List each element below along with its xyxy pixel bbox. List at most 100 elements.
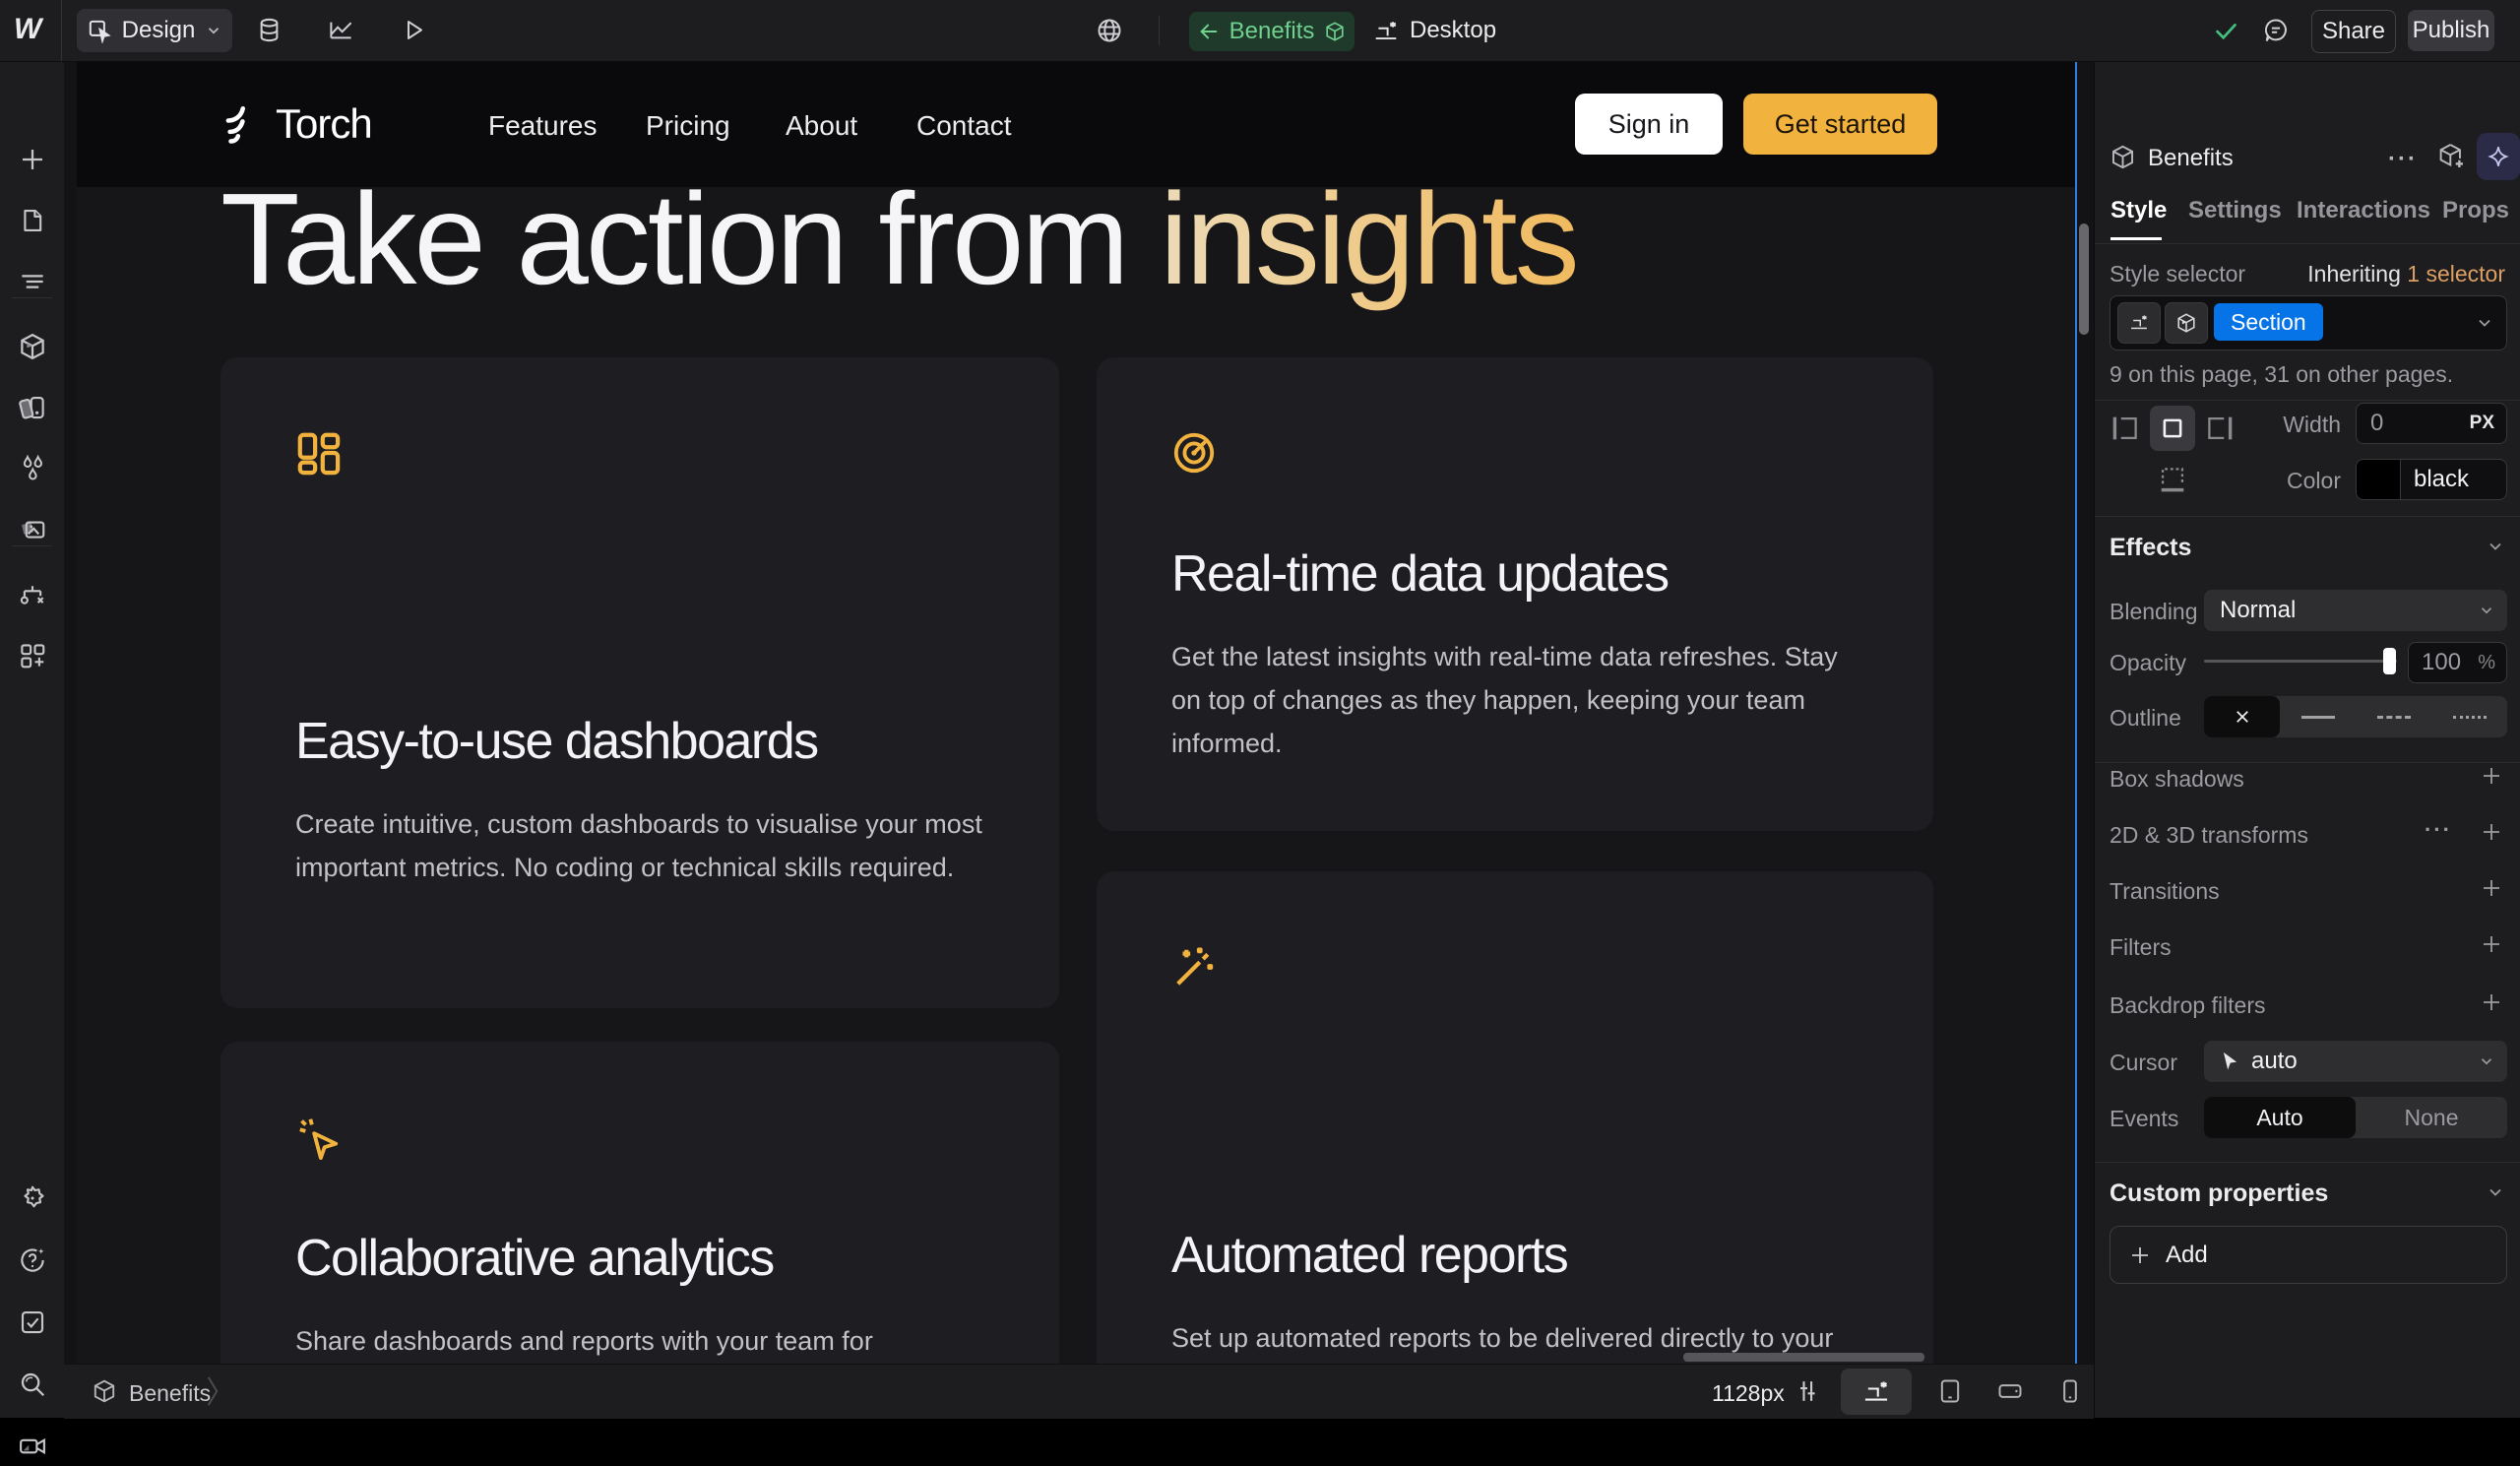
magic-wand-icon [1171, 944, 1217, 994]
site-logo[interactable]: Torch [220, 100, 372, 148]
ai-assistant-button[interactable] [2477, 133, 2520, 180]
outline-solid-option[interactable] [2280, 716, 2356, 719]
transforms-menu-icon[interactable]: ··· [2425, 817, 2452, 843]
nav-link-features[interactable]: Features [488, 110, 598, 142]
breakpoint-phone-portrait-button[interactable] [2056, 1377, 2084, 1410]
globe-icon[interactable] [1096, 17, 1123, 49]
dimension-sliders-icon[interactable] [1794, 1377, 1821, 1410]
outline-none-option[interactable] [2204, 696, 2280, 737]
cursor-dropdown[interactable]: auto [2204, 1041, 2507, 1082]
add-transform-icon[interactable] [2480, 820, 2503, 844]
site-navbar[interactable]: Torch Features Pricing About Contact Sig… [77, 61, 2077, 187]
outline-dotted-option[interactable] [2431, 716, 2507, 719]
custom-properties-header[interactable]: Custom properties [2110, 1179, 2328, 1208]
add-filter-icon[interactable] [2480, 932, 2503, 956]
breakpoint-tablet-button[interactable] [1936, 1377, 1964, 1410]
blending-dropdown[interactable]: Normal [2204, 590, 2507, 631]
border-all-button[interactable] [2150, 406, 2195, 451]
outline-dashed-option[interactable] [2356, 716, 2431, 719]
nav-link-about[interactable]: About [786, 110, 857, 142]
selector-tag-section[interactable]: Section [2214, 303, 2323, 341]
variables-drops-icon[interactable] [0, 449, 64, 488]
opacity-slider-thumb[interactable] [2383, 648, 2396, 674]
tab-style[interactable]: Style [2110, 197, 2167, 224]
border-bottom-icon[interactable] [2156, 463, 2189, 501]
selector-element-button[interactable] [2165, 302, 2208, 344]
inheriting-status[interactable]: Inheriting 1 selector [2307, 261, 2505, 287]
canvas-width-value[interactable]: 1128px [1712, 1380, 1785, 1407]
analytics-icon[interactable] [328, 17, 354, 48]
selector-field[interactable]: Section [2110, 295, 2507, 351]
breakpoint-desktop-button[interactable] [1841, 1369, 1912, 1415]
events-auto-option[interactable]: Auto [2204, 1097, 2356, 1138]
divider [2095, 400, 2520, 401]
effects-header[interactable]: Effects [2110, 534, 2191, 562]
feature-card[interactable]: Collaborative analytics Share dashboards… [220, 1042, 1059, 1364]
share-button[interactable]: Share [2311, 10, 2396, 53]
selector-breakpoint-button[interactable] [2117, 302, 2161, 344]
dots-menu-icon[interactable]: ··· [2388, 146, 2418, 173]
apps-grid-icon[interactable] [0, 636, 64, 675]
chevron-down-icon[interactable] [2475, 313, 2494, 333]
components-cube-icon[interactable] [0, 327, 64, 366]
assets-image-icon[interactable] [0, 510, 64, 549]
breakpoint-phone-landscape-button[interactable] [1996, 1377, 2024, 1410]
help-icon[interactable] [0, 1241, 64, 1280]
search-icon[interactable] [0, 1365, 64, 1404]
border-right-icon[interactable] [2203, 412, 2236, 450]
feature-card[interactable]: Real-time data updates Get the latest in… [1097, 357, 1933, 831]
back-to-benefits-pill[interactable]: Benefits [1189, 12, 1354, 51]
feature-card[interactable]: Automated reports Set up automated repor… [1097, 871, 1933, 1364]
opacity-slider-track[interactable] [2204, 660, 2397, 663]
logic-nodes-icon[interactable] [0, 575, 64, 614]
add-custom-property-button[interactable]: Add [2110, 1226, 2507, 1284]
inheriting-count: 1 selector [2407, 261, 2505, 287]
signin-button[interactable]: Sign in [1575, 94, 1723, 155]
design-mode-dropdown[interactable]: Design [77, 9, 232, 52]
border-left-icon[interactable] [2109, 412, 2142, 450]
tab-settings[interactable]: Settings [2188, 197, 2282, 224]
preview-play-icon[interactable] [400, 17, 426, 48]
card-title: Easy-to-use dashboards [295, 712, 818, 771]
nav-link-pricing[interactable]: Pricing [646, 110, 730, 142]
chevron-down-icon[interactable] [2486, 537, 2505, 556]
navigator-icon[interactable] [0, 262, 64, 301]
settings-icon[interactable] [0, 1179, 64, 1218]
cms-database-icon[interactable] [256, 17, 283, 48]
chevron-down-icon[interactable] [2486, 1182, 2505, 1202]
opacity-input[interactable]: 100 % [2408, 642, 2507, 683]
create-component-icon[interactable] [2437, 142, 2466, 175]
webflow-logo[interactable]: W [14, 13, 41, 46]
get-started-button[interactable]: Get started [1743, 94, 1937, 155]
opacity-label: Opacity [2110, 650, 2186, 676]
styles-swatch-icon[interactable] [0, 388, 64, 427]
hero-heading[interactable]: Take action from insights [220, 187, 1577, 304]
comments-icon[interactable] [2262, 17, 2290, 49]
add-box-shadow-icon[interactable] [2480, 764, 2503, 788]
add-backdrop-filter-icon[interactable] [2480, 990, 2503, 1014]
nav-link-contact[interactable]: Contact [916, 110, 1012, 142]
add-transition-icon[interactable] [2480, 876, 2503, 900]
canvas-horizontal-scrollbar[interactable] [1683, 1353, 1924, 1362]
color-swatch[interactable] [2357, 460, 2401, 499]
transforms-label: 2D & 3D transforms [2110, 822, 2308, 849]
chevron-down-icon [2478, 602, 2495, 619]
publish-button[interactable]: Publish [2408, 10, 2494, 51]
tab-interactions[interactable]: Interactions [2297, 197, 2430, 224]
pages-icon[interactable] [0, 201, 64, 240]
video-tutorials-icon[interactable] [0, 1427, 64, 1466]
unit-px[interactable]: PX [2470, 413, 2494, 434]
breadcrumb-cube-icon [92, 1378, 117, 1409]
feature-card[interactable]: Easy-to-use dashboards Create intuitive,… [220, 357, 1059, 1008]
events-none-option[interactable]: None [2356, 1105, 2507, 1131]
breakpoint-label[interactable]: Desktop [1410, 17, 1496, 44]
border-color-field[interactable]: black [2356, 459, 2507, 500]
add-elements-icon[interactable] [0, 140, 64, 179]
audit-checklist-icon[interactable] [0, 1303, 64, 1342]
canvas-vertical-scrollbar[interactable] [2079, 223, 2089, 335]
breadcrumb[interactable]: Benefits [129, 1380, 211, 1407]
benefits-section[interactable]: Take action from insights Easy-to-use da… [77, 187, 2077, 1364]
tab-props[interactable]: Props [2442, 197, 2509, 224]
border-width-input[interactable]: 0 PX [2356, 403, 2507, 444]
canvas-site-preview[interactable]: Take action from insights Easy-to-use da… [77, 61, 2077, 1364]
